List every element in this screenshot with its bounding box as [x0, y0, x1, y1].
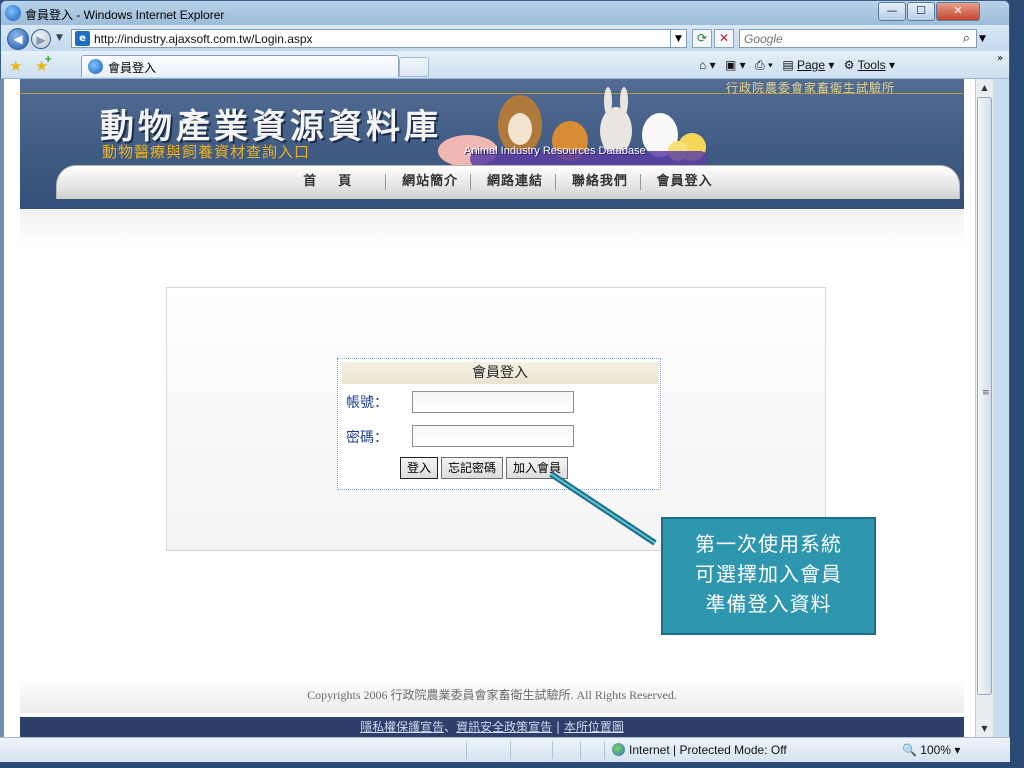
header-shadow-band	[20, 209, 964, 249]
main-nav: 首頁 網站簡介 網路連結 聯絡我們 會員登入	[56, 165, 960, 199]
account-input[interactable]	[412, 391, 574, 413]
search-options-dropdown-icon[interactable]: ▼	[979, 34, 986, 44]
home-icon[interactable]: ⌂ ▾	[699, 58, 716, 72]
add-favorites-icon[interactable]: ★	[35, 54, 53, 75]
copyright-text: Copyrights 2006 行政院農業委員會家畜衛生試驗所. All Rig…	[20, 677, 964, 713]
scroll-up-icon[interactable]: ▲	[976, 79, 993, 96]
vertical-scrollbar[interactable]: ▲ ≡ ▼	[975, 79, 993, 737]
content-panel: 會員登入 帳號： 密碼： 登入 忘記密碼 加入會員	[166, 287, 826, 551]
scroll-down-icon[interactable]: ▼	[976, 720, 993, 737]
callout-line-3: 準備登入資料	[705, 592, 832, 616]
minimize-button[interactable]: —	[878, 2, 906, 21]
annotation-callout: 第一次使用系統 可選擇加入會員 準備登入資料	[661, 517, 876, 635]
login-title: 會員登入	[342, 362, 658, 384]
back-button[interactable]: ◀	[7, 28, 29, 50]
refresh-button[interactable]: ⟳	[692, 29, 712, 48]
feeds-icon[interactable]: ▣ ▾	[725, 58, 746, 72]
tab-page-icon	[88, 59, 103, 74]
site-subtitle: 動物醫療與飼養資材查詢入口	[102, 143, 311, 161]
status-divider	[466, 741, 467, 759]
address-dropdown-icon[interactable]: ▼	[671, 29, 687, 48]
callout-line-2: 可選擇加入會員	[695, 562, 842, 586]
privacy-link[interactable]: 隱私權保護宣告	[360, 720, 444, 734]
status-divider	[510, 741, 511, 759]
account-label: 帳號：	[346, 395, 388, 411]
password-label: 密碼：	[346, 430, 388, 446]
forgot-password-button[interactable]: 忘記密碼	[441, 457, 504, 479]
nav-home[interactable]: 首頁	[291, 174, 387, 190]
join-member-button[interactable]: 加入會員	[506, 457, 569, 479]
tab-login[interactable]: 會員登入	[81, 55, 399, 77]
tab-label: 會員登入	[108, 61, 157, 75]
search-input[interactable]	[740, 30, 940, 47]
tools-menu[interactable]: ⚙ Tools ▾	[844, 58, 895, 72]
new-tab-button[interactable]	[399, 57, 429, 77]
command-tools: ⌂ ▾ ▣ ▾ ⎙ ▾ ▤ Page ▾ ⚙ Tools ▾	[699, 58, 901, 73]
close-button[interactable]: ✕	[936, 2, 980, 21]
grip-icon: ≡	[982, 388, 990, 398]
status-divider	[604, 741, 605, 759]
security-policy-link[interactable]: 資訊安全政策宣告	[456, 720, 552, 734]
banner-caption: Animal Industry Resources Database	[464, 145, 646, 157]
address-bar-row: ◀ ▶ ▼ e http://industry.ajaxsoft.com.tw/…	[1, 25, 1009, 51]
page-icon: e	[75, 31, 90, 46]
nav-about[interactable]: 網站簡介	[390, 174, 472, 190]
status-bar: Internet | Protected Mode: Off 🔍 100% ▾	[0, 737, 1010, 762]
url-text[interactable]: http://industry.ajaxsoft.com.tw/Login.as…	[94, 32, 313, 46]
search-box[interactable]: ⌕	[739, 29, 977, 48]
chevron-more-icon[interactable]: »	[997, 53, 1003, 64]
login-form: 會員登入 帳號： 密碼： 登入 忘記密碼 加入會員	[337, 358, 661, 490]
print-icon[interactable]: ⎙ ▾	[755, 58, 773, 72]
password-input[interactable]	[412, 425, 574, 447]
recent-pages-dropdown-icon[interactable]: ▼	[56, 33, 63, 43]
window-title: 會員登入 - Windows Internet Explorer	[25, 8, 225, 22]
status-divider	[552, 741, 553, 759]
page-viewport: 行政院農委會家畜衛生試驗所 動物產業資源資料庫 動物醫療與飼養資材查詢入口 An…	[0, 79, 975, 737]
footer-links: 隱私權保護宣告、資訊安全政策宣告 | 本所位置圖	[20, 717, 964, 737]
nav-contact[interactable]: 聯絡我們	[560, 174, 641, 190]
zoom-level[interactable]: 🔍 100% ▾	[902, 743, 960, 757]
agency-name: 行政院農委會家畜衛生試驗所	[726, 81, 896, 95]
favorites-center-icon[interactable]: ★	[9, 57, 22, 75]
nav-links[interactable]: 網路連結	[475, 174, 556, 190]
title-bar: 會員登入 - Windows Internet Explorer — ☐ ✕	[1, 1, 1009, 25]
stop-button[interactable]: ✕	[714, 29, 734, 48]
status-divider	[580, 741, 581, 759]
maximize-button[interactable]: ☐	[907, 2, 935, 21]
ie-logo-icon	[5, 5, 21, 21]
forward-arrow-icon: ▶	[36, 33, 46, 47]
forward-button[interactable]: ▶	[31, 29, 51, 49]
search-icon[interactable]: ⌕	[963, 31, 970, 46]
command-bar: ★ ★ 會員登入 ⌂ ▾ ▣ ▾ ⎙ ▾ ▤ Page ▾ ⚙ Tools ▾ …	[1, 51, 1009, 79]
globe-icon	[612, 743, 625, 756]
address-field[interactable]: e http://industry.ajaxsoft.com.tw/Login.…	[71, 29, 671, 48]
login-button[interactable]: 登入	[400, 457, 439, 479]
security-zone[interactable]: Internet | Protected Mode: Off	[612, 743, 787, 757]
back-arrow-icon: ◀	[13, 32, 23, 46]
nav-member-login[interactable]: 會員登入	[645, 174, 725, 190]
page-menu[interactable]: ▤ Page ▾	[782, 58, 834, 72]
scroll-thumb[interactable]: ≡	[977, 97, 992, 695]
location-map-link[interactable]: 本所位置圖	[564, 720, 624, 734]
callout-line-1: 第一次使用系統	[695, 532, 842, 556]
site-header: 行政院農委會家畜衛生試驗所 動物產業資源資料庫 動物醫療與飼養資材查詢入口 An…	[20, 79, 964, 209]
login-buttons: 登入 忘記密碼 加入會員	[400, 457, 571, 479]
